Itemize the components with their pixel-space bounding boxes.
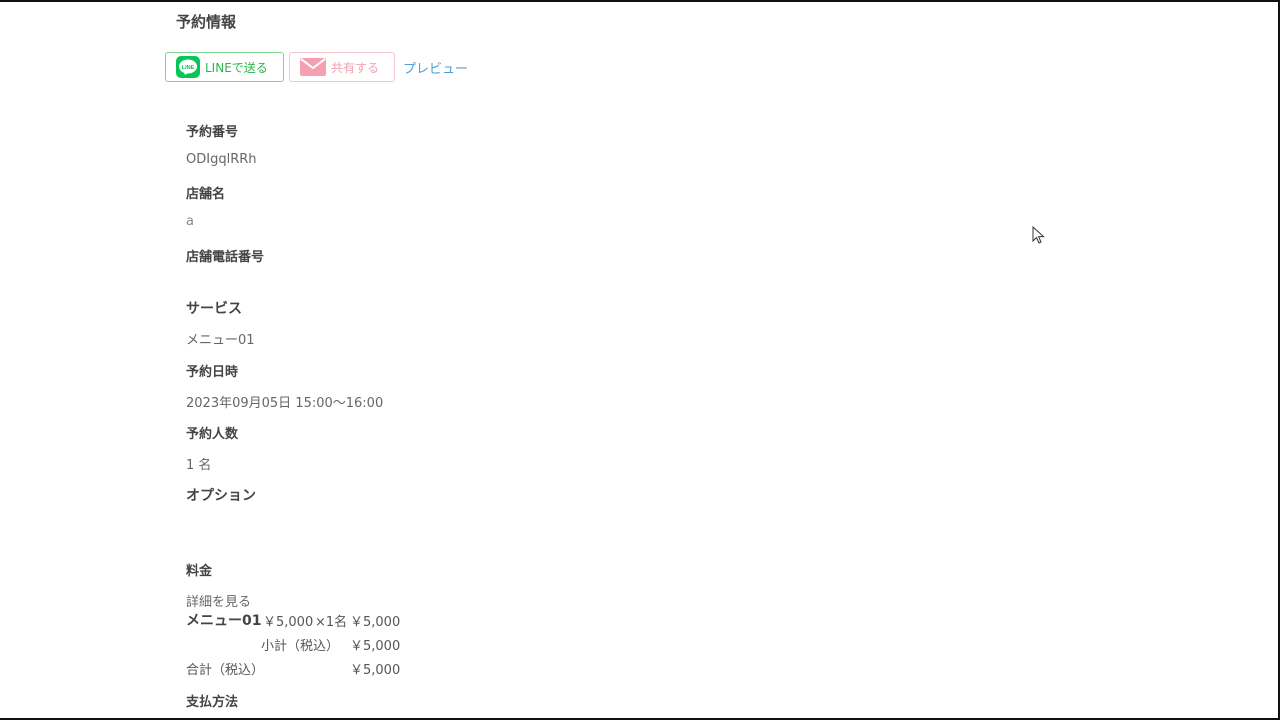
people-label: 予約人数 xyxy=(186,427,239,442)
payment-method-label: 支払方法 xyxy=(186,695,239,710)
service-value: メニュー01 xyxy=(186,333,255,348)
price-item-total: ￥5,000 xyxy=(350,615,401,630)
reservation-number-value: ODIgqlRRh xyxy=(186,152,257,167)
price-label: 料金 xyxy=(186,564,213,579)
mail-icon xyxy=(300,57,326,77)
store-phone-label: 店舗電話番号 xyxy=(186,250,265,265)
price-item-unit-price: ￥5,000 xyxy=(263,615,314,630)
window-top-border xyxy=(0,0,1280,2)
store-name-label: 店舗名 xyxy=(186,187,226,202)
line-send-label: LINEで送る xyxy=(205,60,268,75)
datetime-value: 2023年09月05日 15:00～16:00 xyxy=(186,396,384,411)
line-bubble-icon: LINE xyxy=(179,59,197,75)
share-label: 共有する xyxy=(331,60,380,75)
mouse-cursor-icon xyxy=(1032,226,1045,244)
line-send-button[interactable]: LINE LINEで送る xyxy=(165,52,284,82)
price-details-link[interactable]: 詳細を見る xyxy=(186,591,251,610)
price-item-quantity: ×1名 xyxy=(315,615,348,630)
reservation-number-label: 予約番号 xyxy=(186,125,239,140)
total-label: 合計（税込） xyxy=(186,663,265,678)
share-toolbar: LINE LINEで送る 共有する プレビュー xyxy=(165,51,468,83)
section-title: 予約情報 xyxy=(176,13,237,31)
subtotal-label: 小計（税込） xyxy=(261,639,340,654)
line-icon-text: LINE xyxy=(182,65,195,71)
preview-link[interactable]: プレビュー xyxy=(403,58,468,77)
total-value: ￥5,000 xyxy=(350,663,401,678)
datetime-label: 予約日時 xyxy=(186,365,239,380)
option-label: オプション xyxy=(186,488,256,504)
price-item-name: メニュー01 xyxy=(186,613,262,629)
store-name-value: a xyxy=(186,214,194,229)
people-value: 1 名 xyxy=(186,458,212,473)
service-label: サービス xyxy=(186,301,242,317)
line-icon: LINE xyxy=(176,56,200,78)
share-button[interactable]: 共有する xyxy=(289,52,395,82)
subtotal-value: ￥5,000 xyxy=(350,639,401,654)
